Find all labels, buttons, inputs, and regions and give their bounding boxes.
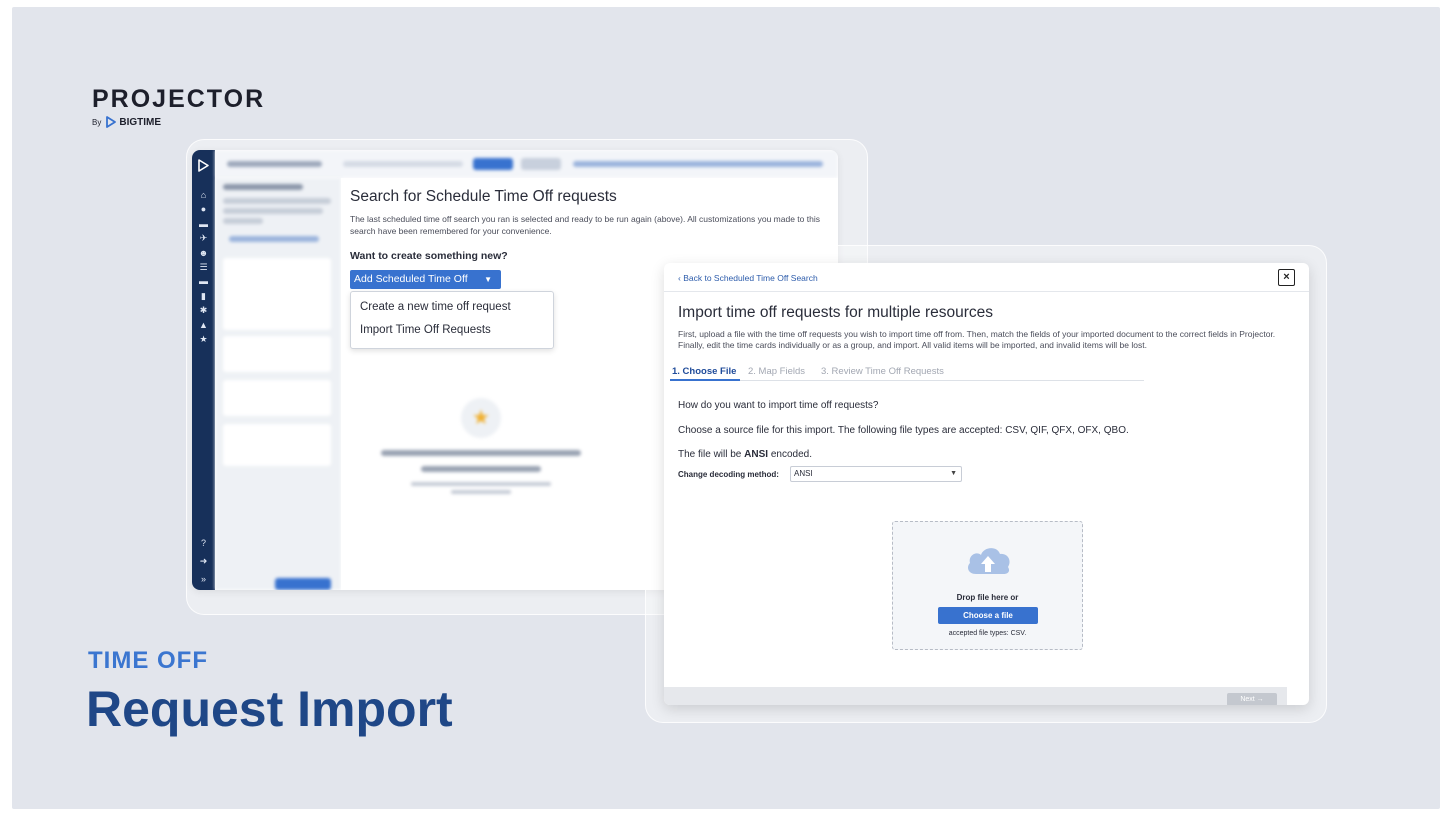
list-icon[interactable]: ☰ [192, 260, 215, 274]
star-icon: ★ [461, 398, 501, 438]
expand-icon[interactable]: » [192, 570, 215, 588]
search-title: Search for Schedule Time Off requests [350, 188, 617, 205]
help-icon[interactable]: ? [192, 534, 215, 552]
money-icon[interactable]: ▬ [192, 274, 215, 288]
nav-bottom: ? ➜ » [192, 534, 215, 588]
menu-item-create-request[interactable]: Create a new time off request [360, 301, 511, 313]
caret-down-icon: ▼ [484, 275, 492, 284]
chart-icon[interactable]: ▮ [192, 289, 215, 303]
import-title: Import time off requests for multiple re… [678, 304, 994, 321]
choose-file-button[interactable]: Choose a file [938, 607, 1038, 624]
close-button[interactable]: × [1278, 269, 1295, 286]
brand-by-label: By [92, 117, 102, 127]
back-link[interactable]: ‹ Back to Scheduled Time Off Search [678, 273, 818, 283]
hero-kicker: TIME OFF [88, 647, 208, 674]
import-window: ‹ Back to Scheduled Time Off Search × Im… [664, 263, 1309, 705]
tab-review-requests[interactable]: 3. Review Time Off Requests [821, 366, 944, 377]
menu-item-import-requests[interactable]: Import Time Off Requests [360, 324, 491, 336]
drop-file-text: Drop file here or [956, 593, 1019, 602]
blurred-empty-state: ★ [371, 398, 591, 494]
encoding-value: ANSI [744, 449, 769, 460]
clock-icon[interactable]: ● [192, 202, 215, 216]
nav-icons: ⌂ ● ▬ ✈ ☻ ☰ ▬ ▮ ✱ ▲ ★ [192, 188, 215, 346]
file-dropzone[interactable]: Drop file here or Choose a file accepted… [892, 521, 1083, 650]
people-icon[interactable]: ☻ [192, 246, 215, 260]
search-description: The last scheduled time off search you r… [350, 214, 820, 236]
brand-logo: PROJECTOR By BIGTIME [92, 85, 265, 128]
import-question: How do you want to import time off reque… [678, 400, 879, 411]
source-file-text: Choose a source file for this import. Th… [678, 425, 1129, 436]
decode-method-value: ANSI [794, 469, 813, 478]
gear-icon[interactable]: ✱ [192, 303, 215, 317]
next-button[interactable]: Next → [1227, 693, 1277, 705]
want-new-heading: Want to create something new? [350, 250, 508, 262]
brand-name: PROJECTOR [92, 85, 266, 113]
projector-logo-icon [198, 159, 209, 172]
accepted-file-types: accepted file types: CSV. [948, 630, 1027, 637]
tab-map-fields[interactable]: 2. Map Fields [748, 366, 805, 377]
encoding-prefix: The file will be [678, 449, 742, 460]
add-scheduled-time-off-button[interactable]: Add Scheduled Time Off ▼ [350, 270, 501, 289]
brand-company: BIGTIME [119, 116, 162, 128]
hero-title: Request Import [86, 681, 453, 737]
tab-choose-file[interactable]: 1. Choose File [672, 366, 736, 377]
encoding-suffix: encoded. [770, 449, 812, 460]
brand-byline: By BIGTIME [92, 116, 265, 128]
back-link-label: Back to Scheduled Time Off Search [683, 273, 818, 283]
blurred-toolbar [215, 150, 838, 178]
cloud-upload-icon [968, 548, 1010, 574]
blurred-filter-sidebar [215, 178, 341, 590]
decode-method-label: Change decoding method: [678, 470, 779, 479]
active-tab-underline [670, 379, 740, 381]
bigtime-logo-icon [106, 116, 117, 128]
add-dropdown-menu: Create a new time off request Import Tim… [350, 291, 554, 349]
star-icon[interactable]: ★ [192, 332, 215, 346]
import-footer: Next → [664, 687, 1287, 705]
import-steps-tabs: 1. Choose File 2. Map Fields 3. Review T… [670, 364, 1144, 381]
org-icon[interactable]: ▲ [192, 318, 215, 332]
nav-rail: ⌂ ● ▬ ✈ ☻ ☰ ▬ ▮ ✱ ▲ ★ ? ➜ » [192, 150, 215, 590]
decode-method-select[interactable]: ANSI ▼ [790, 466, 962, 482]
ticket-icon[interactable]: ▬ [192, 217, 215, 231]
home-icon[interactable]: ⌂ [192, 188, 215, 202]
plane-icon[interactable]: ✈ [192, 231, 215, 245]
import-description: First, upload a file with the time off r… [678, 329, 1276, 350]
encoding-text: The file will be ANSI encoded. [678, 449, 812, 460]
logout-icon[interactable]: ➜ [192, 552, 215, 570]
header-divider [664, 291, 1309, 292]
caret-down-icon: ▼ [950, 470, 957, 477]
add-button-label: Add Scheduled Time Off [354, 273, 468, 285]
